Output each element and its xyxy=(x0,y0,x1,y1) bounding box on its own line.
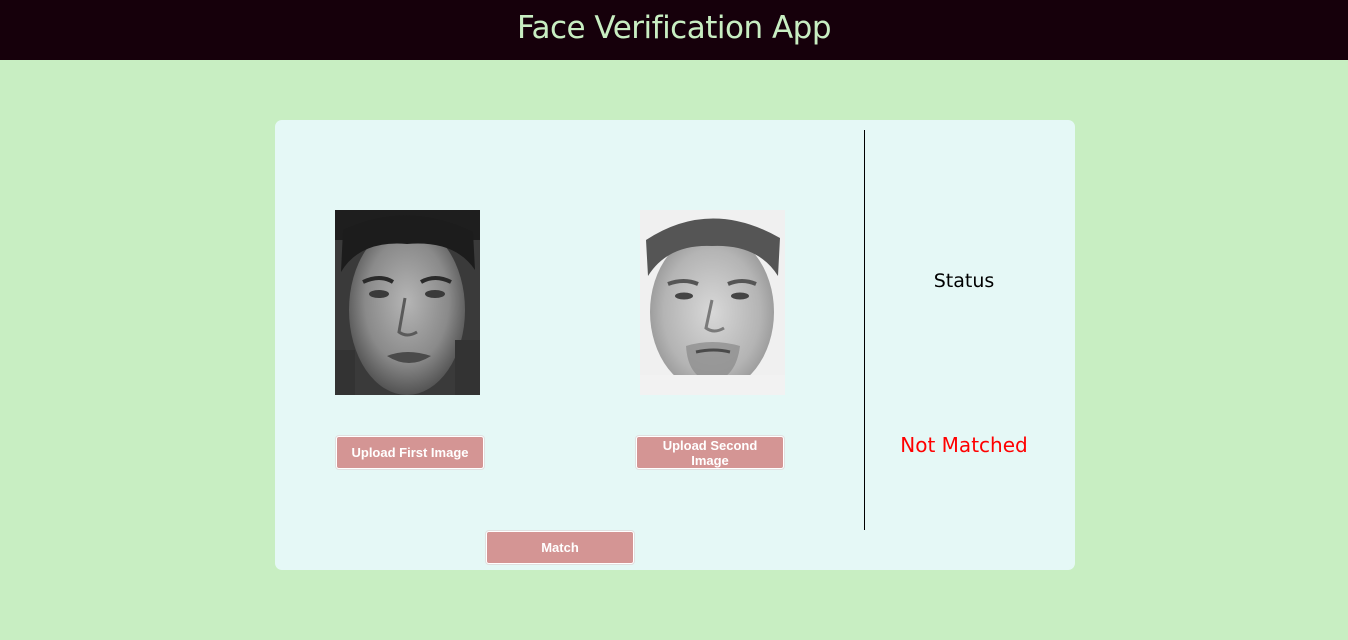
face-photo-2-icon xyxy=(640,210,785,395)
second-face-image xyxy=(640,210,785,395)
vertical-divider xyxy=(864,130,865,530)
match-button[interactable]: Match xyxy=(486,531,634,564)
upload-second-image-button[interactable]: Upload Second Image xyxy=(636,436,784,469)
app-title: Face Verification App xyxy=(516,10,832,46)
status-label: Status xyxy=(933,270,995,292)
face-photo-1-icon xyxy=(335,210,480,395)
first-face-image xyxy=(335,210,480,395)
status-value: Not Matched xyxy=(900,433,1028,457)
app-header: Face Verification App xyxy=(0,0,1348,60)
verification-card: Upload First Image Upload Second Image M… xyxy=(275,120,1075,570)
upload-first-image-button[interactable]: Upload First Image xyxy=(336,436,484,469)
